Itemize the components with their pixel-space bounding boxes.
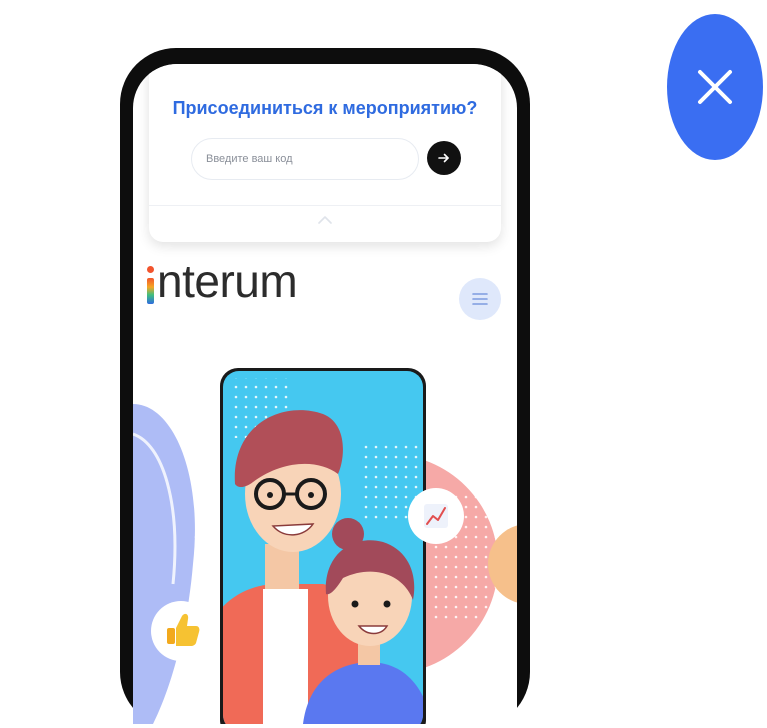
collapse-panel-toggle[interactable]	[317, 214, 333, 226]
phone-mockup: Присоединиться к мероприятию? nterum	[120, 48, 530, 728]
hero-illustration	[133, 368, 517, 724]
hamburger-icon	[472, 293, 488, 305]
close-button[interactable]	[667, 14, 763, 160]
chevron-up-icon	[318, 216, 332, 224]
like-badge	[151, 601, 211, 661]
arrow-right-icon	[438, 153, 449, 163]
join-event-title: Присоединиться к мероприятию?	[172, 98, 478, 118]
logo-text: nterum	[157, 255, 298, 307]
phone-screen: Присоединиться к мероприятию? nterum	[133, 64, 517, 728]
close-icon	[698, 70, 732, 104]
panel-divider	[149, 205, 501, 206]
chart-icon	[424, 504, 448, 528]
event-code-input[interactable]	[191, 138, 419, 180]
submit-code-button[interactable]	[427, 141, 461, 175]
inner-phone-screen	[223, 371, 423, 724]
join-event-panel: Присоединиться к мероприятию?	[149, 64, 501, 242]
logo-i-mark	[147, 266, 154, 304]
menu-button[interactable]	[459, 278, 501, 320]
chart-badge	[408, 488, 464, 544]
interum-logo: nterum	[147, 255, 298, 307]
